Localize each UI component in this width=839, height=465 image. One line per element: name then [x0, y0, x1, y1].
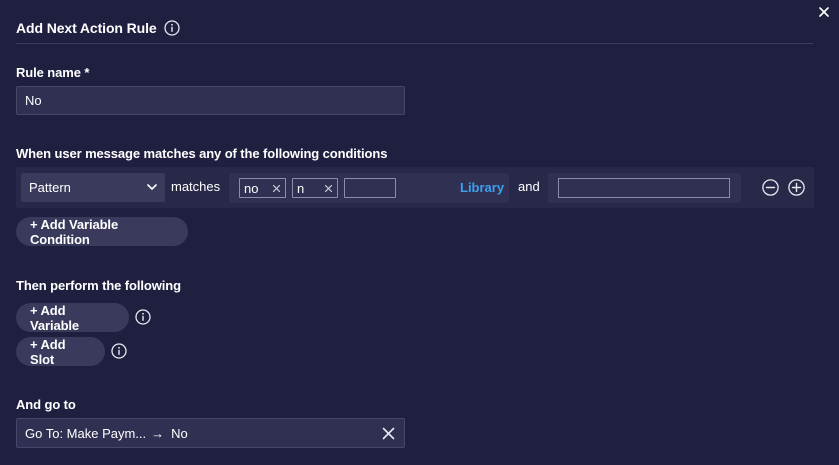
clear-goto-button[interactable] — [382, 427, 395, 440]
goto-value: No — [171, 425, 188, 441]
remove-tag-icon[interactable] — [272, 184, 281, 193]
goto-target: Go To: Make Paym... — [25, 425, 147, 441]
add-next-action-rule-dialog: Add Next Action Rule Rule name * When us… — [0, 0, 839, 465]
info-icon[interactable] — [163, 20, 180, 36]
close-icon — [819, 7, 829, 17]
condition-row: Pattern matches no n Library and — [16, 167, 814, 208]
goto-label: And go to — [16, 397, 76, 412]
dialog-title: Add Next Action Rule — [16, 20, 157, 36]
and-text: and — [518, 179, 540, 194]
add-variable-condition-button[interactable]: + Add Variable Condition — [16, 217, 188, 247]
close-icon — [382, 427, 395, 440]
minus-circle-icon — [761, 178, 779, 196]
new-pattern-input[interactable] — [344, 178, 396, 198]
goto-select[interactable]: Go To: Make Paym... → No — [16, 418, 405, 448]
add-condition-button[interactable] — [787, 178, 805, 196]
pattern-tag-text: no — [244, 180, 259, 196]
remove-tag-icon[interactable] — [324, 184, 333, 193]
matches-text: matches — [171, 179, 221, 194]
add-variable-button[interactable]: + Add Variable — [16, 303, 129, 333]
and-condition-box — [548, 173, 741, 203]
header-divider — [16, 43, 813, 44]
pattern-tag-text: n — [297, 180, 305, 196]
pattern-tags-box[interactable]: no n Library — [229, 173, 509, 203]
pattern-tag: n — [292, 178, 338, 198]
add-slot-button[interactable]: + Add Slot — [16, 337, 105, 367]
rule-name-label: Rule name * — [16, 65, 90, 80]
dialog-header: Add Next Action Rule — [16, 20, 180, 36]
conditions-label: When user message matches any of the fol… — [16, 146, 388, 161]
remove-condition-button[interactable] — [761, 178, 779, 196]
match-type-value: Pattern — [29, 180, 71, 195]
chevron-down-icon — [147, 184, 157, 190]
close-button[interactable] — [815, 3, 833, 21]
plus-circle-icon — [787, 178, 805, 196]
rule-name-input[interactable] — [16, 86, 405, 115]
match-type-select[interactable]: Pattern — [21, 173, 165, 202]
pattern-tag: no — [239, 178, 286, 198]
info-icon[interactable] — [111, 343, 127, 359]
actions-label: Then perform the following — [16, 278, 181, 293]
info-icon[interactable] — [135, 309, 151, 325]
and-condition-input[interactable] — [558, 178, 730, 198]
arrow-right-icon: → — [151, 425, 165, 441]
library-link[interactable]: Library — [460, 180, 504, 195]
